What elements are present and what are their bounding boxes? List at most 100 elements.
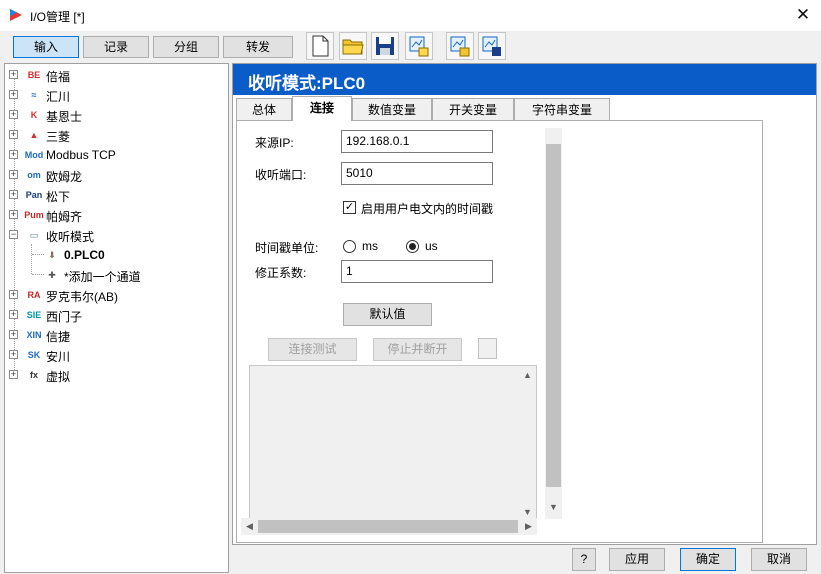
expand-icon[interactable]: + [9, 290, 18, 299]
tree-item-label[interactable]: 0.PLC0 [64, 248, 105, 262]
tree-item-label[interactable]: Modbus TCP [46, 148, 116, 162]
tree-item-label[interactable]: 帕姆齐 [46, 208, 82, 225]
tree-item-label[interactable]: 基恩士 [46, 108, 82, 125]
connection-test-button[interactable]: 连接测试 [268, 338, 357, 361]
log-scroll-right-icon[interactable]: ▶ [520, 521, 537, 532]
timestamp-checkbox-label[interactable]: 启用用户电文内的时间戳 [361, 200, 493, 217]
tree-child-item[interactable]: ⬇ 0.PLC0 [4, 246, 228, 264]
tree-item[interactable]: + SK 安川 [4, 346, 228, 364]
open-folder-icon[interactable] [339, 32, 367, 60]
tree-item-label[interactable]: 罗克韦尔(AB) [46, 288, 118, 305]
tab-string-vars[interactable]: 字符串变量 [514, 98, 610, 120]
app-logo-icon [10, 9, 22, 21]
download-icon[interactable] [478, 32, 506, 60]
expand-icon[interactable]: + [9, 130, 18, 139]
tree-item[interactable]: + ≈ 汇川 [4, 86, 228, 104]
tree-item[interactable]: + SIE 西门子 [4, 306, 228, 324]
log-area [249, 365, 537, 535]
expand-icon[interactable]: + [9, 370, 18, 379]
expand-icon[interactable]: + [9, 190, 18, 199]
scroll-thumb[interactable] [546, 144, 561, 487]
tree-item-label[interactable]: 欧姆龙 [46, 168, 82, 185]
tree-item[interactable]: + ▲ 三菱 [4, 126, 228, 144]
scroll-down-icon[interactable]: ▼ [545, 502, 562, 512]
tree-item[interactable]: + om 欧姆龙 [4, 166, 228, 184]
tree-item[interactable]: + Mod Modbus TCP [4, 146, 228, 164]
expand-icon[interactable]: + [9, 350, 18, 359]
unit-ms-label[interactable]: ms [362, 239, 378, 253]
log-scroll-down-icon[interactable]: ▼ [519, 507, 536, 517]
expand-icon[interactable]: + [9, 90, 18, 99]
unit-us-label[interactable]: us [425, 239, 438, 253]
expand-icon[interactable]: + [9, 310, 18, 319]
collapse-icon[interactable]: − [9, 230, 18, 239]
tree-item-label[interactable]: 收听模式 [46, 228, 94, 245]
tree-item-label[interactable]: 安川 [46, 348, 70, 365]
vendor-logo-icon: ⬇ [48, 250, 56, 260]
tree-item-label[interactable]: 松下 [46, 188, 70, 205]
expand-icon[interactable]: + [9, 70, 18, 79]
cancel-button[interactable]: 取消 [751, 548, 807, 571]
stop-disconnect-button[interactable]: 停止并断开 [373, 338, 462, 361]
vendor-logo-icon: Mod [24, 150, 44, 160]
tree-item-label[interactable]: *添加一个通道 [64, 268, 141, 285]
apply-button[interactable]: 应用 [609, 548, 665, 571]
tree-item-label[interactable]: 西门子 [46, 308, 82, 325]
log-vscrollbar[interactable]: ▲ ▼ [519, 366, 536, 518]
port-label: 收听端口: [255, 168, 307, 182]
vendor-logo-icon: SK [27, 350, 41, 360]
form-scrollbar[interactable]: ▼ [545, 128, 562, 519]
default-button[interactable]: 默认值 [343, 303, 432, 326]
tab-general[interactable]: 总体 [236, 98, 292, 120]
tree-item-label[interactable]: 信捷 [46, 328, 70, 345]
tree-item[interactable]: + K 基恩士 [4, 106, 228, 124]
save-icon[interactable] [371, 32, 399, 60]
expand-icon[interactable]: + [9, 110, 18, 119]
ok-button[interactable]: 确定 [680, 548, 736, 571]
timestamp-checkbox[interactable]: ✓ [343, 201, 356, 214]
tree-item-label[interactable]: 倍福 [46, 68, 70, 85]
expand-icon[interactable]: + [9, 330, 18, 339]
tab-connection[interactable]: 连接 [292, 96, 352, 121]
log-hscroll-thumb[interactable] [258, 520, 518, 533]
log-scroll-left-icon[interactable]: ◀ [241, 521, 258, 532]
tree-item[interactable]: + Pum 帕姆齐 [4, 206, 228, 224]
vendor-logo-icon: RA [27, 290, 41, 300]
vendor-logo-icon: Pum [24, 210, 44, 220]
port-input[interactable]: 5010 [341, 162, 493, 185]
export-icon[interactable] [405, 32, 433, 60]
vendor-logo-icon: K [30, 110, 38, 120]
tab-record[interactable]: 记录 [83, 36, 149, 58]
close-icon[interactable]: ✕ [790, 3, 816, 27]
help-button[interactable]: ? [572, 548, 596, 571]
tree-item-label[interactable]: 三菱 [46, 128, 70, 145]
tab-switch-vars[interactable]: 开关变量 [432, 98, 514, 120]
expand-icon[interactable]: + [9, 170, 18, 179]
vendor-logo-icon: Pan [25, 190, 43, 200]
tab-group[interactable]: 分组 [153, 36, 219, 58]
expand-icon[interactable]: + [9, 150, 18, 159]
expand-icon[interactable]: + [9, 210, 18, 219]
log-scroll-up-icon[interactable]: ▲ [519, 370, 536, 380]
tree-item[interactable]: + RA 罗克韦尔(AB) [4, 286, 228, 304]
coef-input[interactable]: 1 [341, 260, 493, 283]
source-ip-input[interactable]: 192.168.0.1 [341, 130, 493, 153]
tree-item-label[interactable]: 汇川 [46, 88, 70, 105]
tree-item[interactable]: + XIN 信捷 [4, 326, 228, 344]
tree-item[interactable]: − ▭ 收听模式 [4, 226, 228, 244]
tree-item[interactable]: + Pan 松下 [4, 186, 228, 204]
unit-ms-radio[interactable] [343, 240, 356, 253]
import-icon[interactable] [446, 32, 474, 60]
new-file-icon[interactable] [306, 32, 334, 60]
tree-item[interactable]: + fx 虚拟 [4, 366, 228, 384]
tree-child-item[interactable]: ✚ *添加一个通道 [4, 266, 228, 284]
vendor-logo-icon: ✚ [48, 270, 56, 280]
tree-item[interactable]: + BE 倍福 [4, 66, 228, 84]
log-hscrollbar[interactable]: ◀ ▶ [241, 518, 537, 535]
tab-forward[interactable]: 转发 [223, 36, 293, 58]
tab-numeric-vars[interactable]: 数值变量 [352, 98, 432, 120]
vendor-logo-icon: fx [29, 370, 38, 380]
tab-input[interactable]: 输入 [13, 36, 79, 58]
tree-item-label[interactable]: 虚拟 [46, 368, 70, 385]
unit-us-radio[interactable] [406, 240, 419, 253]
